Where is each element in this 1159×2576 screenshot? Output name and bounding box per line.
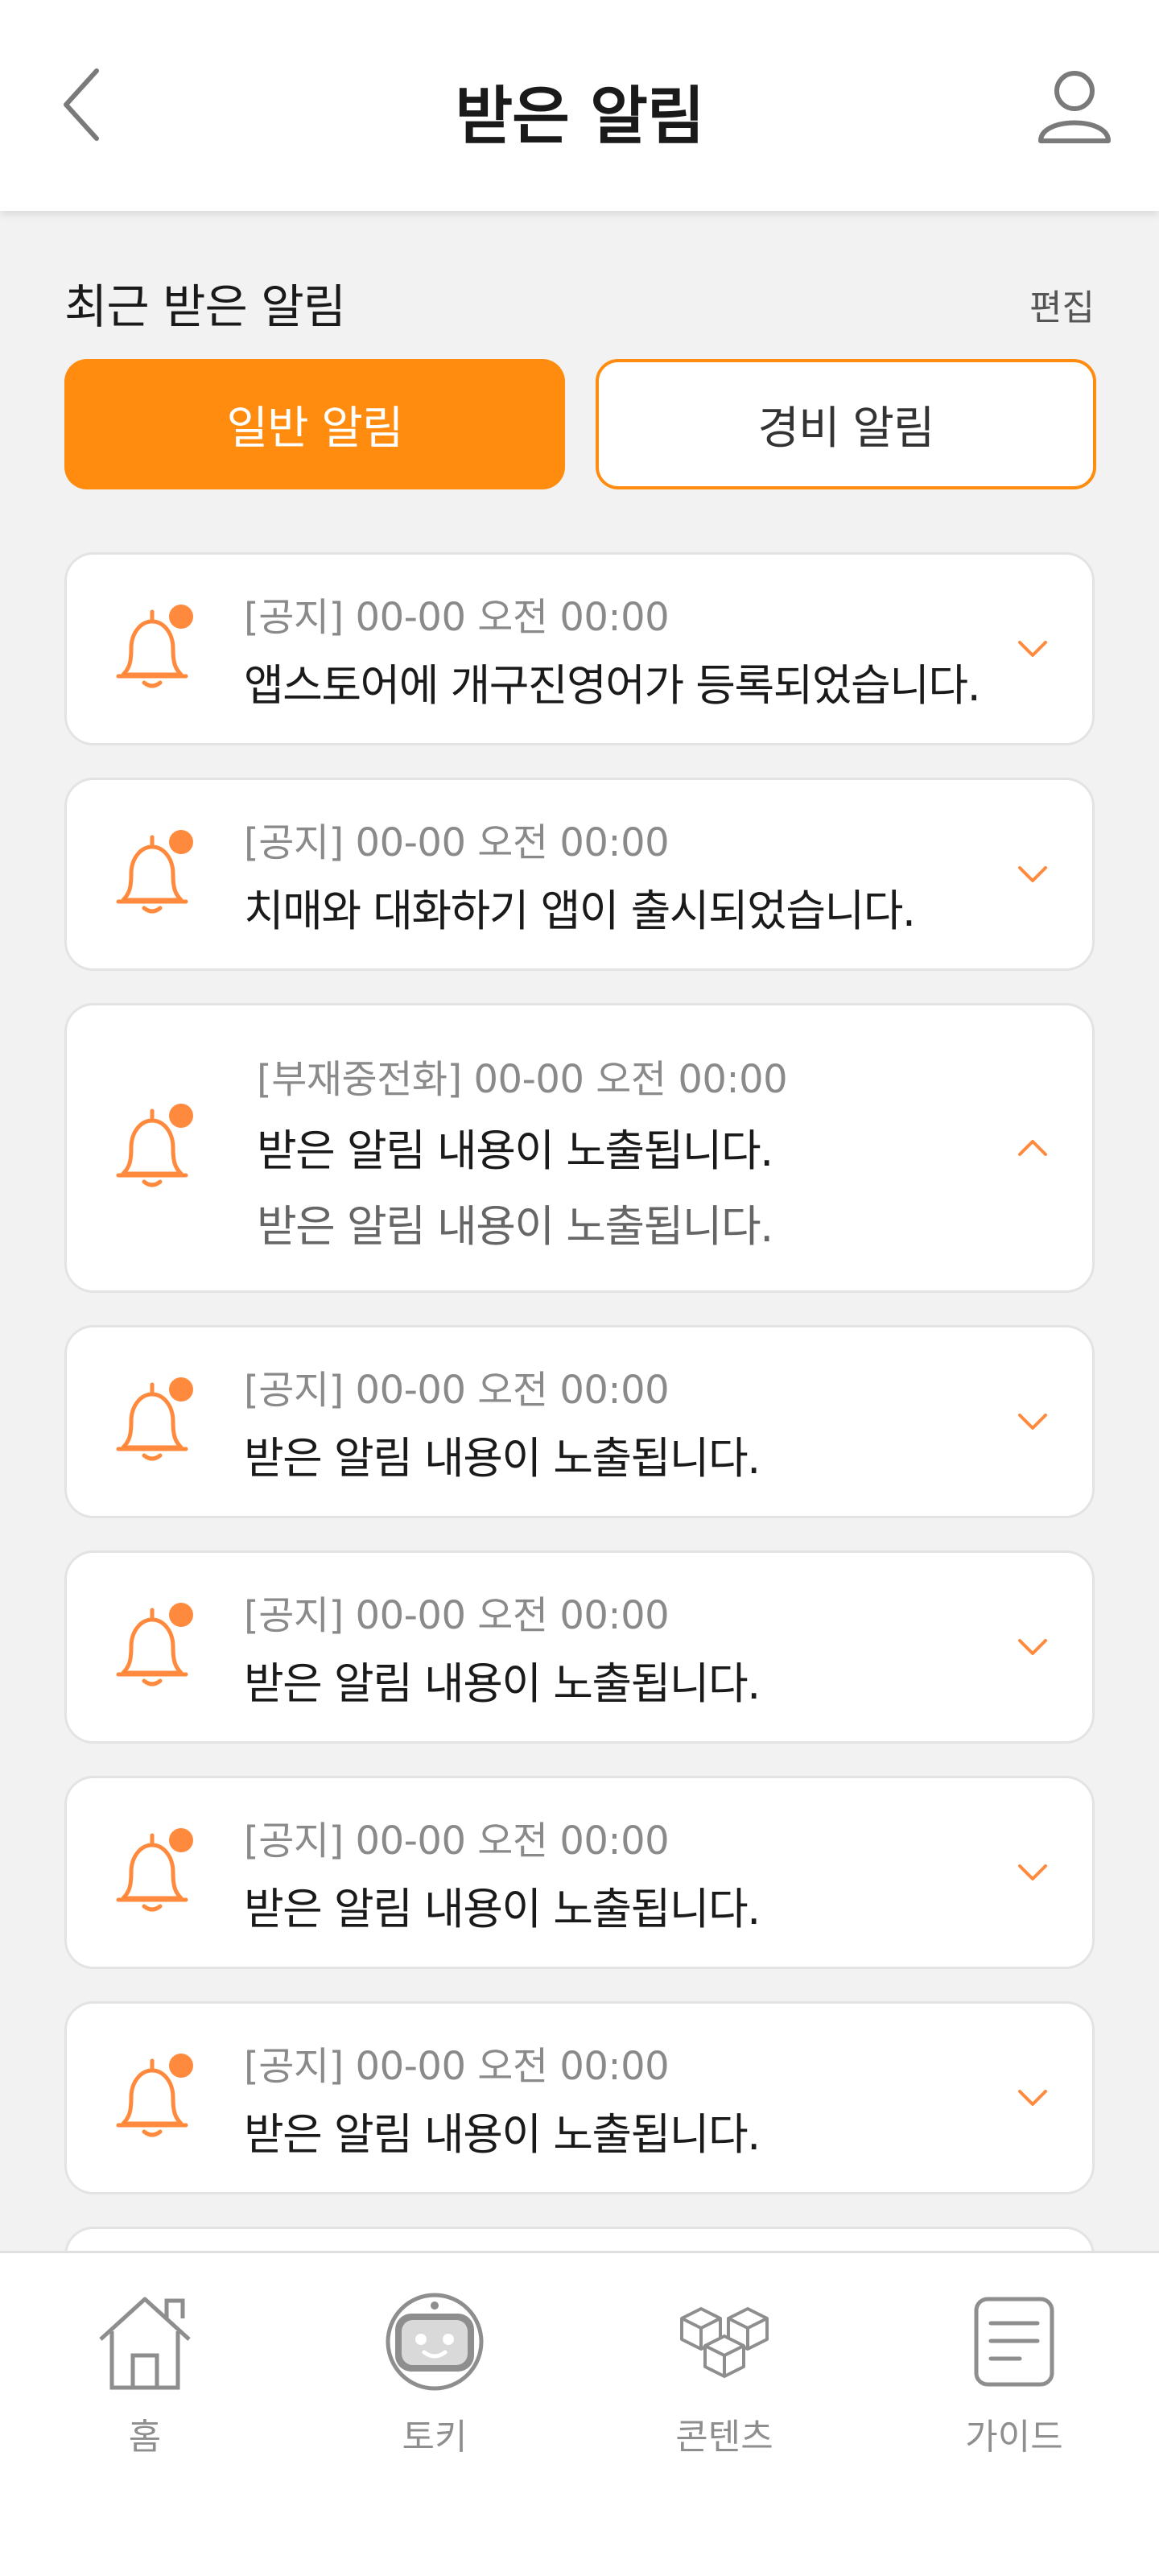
bell-notification-icon bbox=[109, 826, 197, 923]
bell-notification-icon bbox=[109, 601, 197, 697]
home-icon bbox=[89, 2285, 201, 2398]
app-header: 받은 알림 bbox=[0, 0, 1159, 211]
notification-message: 치매와 대화하기 앱이 출시되었습니다. bbox=[244, 886, 916, 936]
user-profile-icon[interactable] bbox=[1030, 63, 1119, 151]
notification-card[interactable]: [공지] 00-00 오전 00:00 받은 알림 내용이 노출됩니다. bbox=[64, 1550, 1095, 1744]
cubes-icon bbox=[668, 2285, 781, 2398]
section-title: 최근 받은 알림 bbox=[64, 279, 346, 334]
notification-meta: [공지] 00-00 오전 00:00 bbox=[244, 1593, 670, 1638]
notification-message: 앱스토어에 개구진영어가 등록되었습니다. bbox=[244, 660, 981, 711]
notification-list: [공지] 00-00 오전 00:00 앱스토어에 개구진영어가 등록되었습니다.… bbox=[64, 552, 1095, 2251]
notification-card[interactable]: [공지] 00-00 오전 00:00 앱스토어에 개구진영어가 등록되었습니다. bbox=[64, 552, 1095, 745]
bell-notification-icon bbox=[109, 1100, 197, 1196]
chevron-down-icon[interactable] bbox=[1008, 1397, 1057, 1446]
bell-notification-icon bbox=[109, 1373, 197, 1470]
notification-message: 받은 알림 내용이 노출됩니다. bbox=[244, 1433, 761, 1484]
nav-item-contents[interactable]: 콘텐츠 bbox=[628, 2285, 821, 2462]
robot-face-icon bbox=[378, 2285, 491, 2398]
notification-meta: [공지] 00-00 오전 00:00 bbox=[244, 1818, 670, 1864]
chevron-down-icon[interactable] bbox=[1008, 2074, 1057, 2122]
nav-label-guide: 가이드 bbox=[965, 2417, 1063, 2458]
bell-notification-icon bbox=[109, 1599, 197, 1695]
nav-label-toki: 토키 bbox=[402, 2417, 468, 2458]
bell-notification-icon bbox=[109, 2050, 197, 2146]
chevron-down-icon[interactable] bbox=[1008, 850, 1057, 898]
notification-card[interactable]: [공지] 00-00 오전 00:00 치매와 대화하기 앱이 출시되었습니다. bbox=[64, 778, 1095, 971]
chevron-down-icon[interactable] bbox=[1008, 1848, 1057, 1897]
notification-message: 받은 알림 내용이 노출됩니다. bbox=[244, 1884, 761, 1934]
notification-message: 받은 알림 내용이 노출됩니다. bbox=[244, 1658, 761, 1709]
notification-card[interactable]: [공지] 00-00 오전 00:00 받은 알림 내용이 노출됩니다. bbox=[64, 1776, 1095, 1969]
notification-meta: [공지] 00-00 오전 00:00 bbox=[244, 595, 670, 640]
chevron-down-icon[interactable] bbox=[1008, 1623, 1057, 1671]
bottom-nav: 홈 토키 콘텐츠 가이드 bbox=[0, 2251, 1159, 2576]
notification-meta: [부재중전화] 00-00 오전 00:00 bbox=[257, 1057, 788, 1102]
document-icon bbox=[958, 2285, 1070, 2398]
bell-notification-icon bbox=[109, 1824, 197, 1921]
notification-card[interactable]: [공지] 00-00 오전 00:00 받은 알림 내용이 노출됩니다. bbox=[64, 2001, 1095, 2194]
tab-security-alerts[interactable]: 경비 알림 bbox=[596, 359, 1096, 489]
notification-card[interactable]: [공지] 00-00 오전 00:00 받은 알림 내용이 노출됩니다. bbox=[64, 1325, 1095, 1518]
tab-general-alerts[interactable]: 일반 알림 bbox=[64, 359, 565, 489]
list-item-partial[interactable] bbox=[64, 2227, 1095, 2251]
nav-item-toki[interactable]: 토키 bbox=[338, 2285, 531, 2462]
nav-label-home: 홈 bbox=[128, 2417, 162, 2458]
nav-item-guide[interactable]: 가이드 bbox=[918, 2285, 1111, 2462]
notification-detail: 받은 알림 내용이 노출됩니다. bbox=[257, 1201, 773, 1252]
edit-button[interactable]: 편집 bbox=[1029, 279, 1095, 330]
notification-meta: [공지] 00-00 오전 00:00 bbox=[244, 2044, 670, 2089]
notification-meta: [공지] 00-00 오전 00:00 bbox=[244, 1368, 670, 1413]
nav-label-contents: 콘텐츠 bbox=[675, 2417, 773, 2458]
notification-message: 받은 알림 내용이 노출됩니다. bbox=[257, 1125, 773, 1176]
chevron-down-icon[interactable] bbox=[1008, 625, 1057, 673]
notification-card[interactable]: [부재중전화] 00-00 오전 00:00 받은 알림 내용이 노출됩니다. 받은… bbox=[64, 1003, 1095, 1293]
chevron-up-icon[interactable] bbox=[1008, 1124, 1057, 1172]
page-title: 받은 알림 bbox=[455, 80, 704, 153]
notification-message: 받은 알림 내용이 노출됩니다. bbox=[244, 2109, 761, 2160]
nav-item-home[interactable]: 홈 bbox=[48, 2285, 241, 2462]
notification-meta: [공지] 00-00 오전 00:00 bbox=[244, 820, 670, 865]
